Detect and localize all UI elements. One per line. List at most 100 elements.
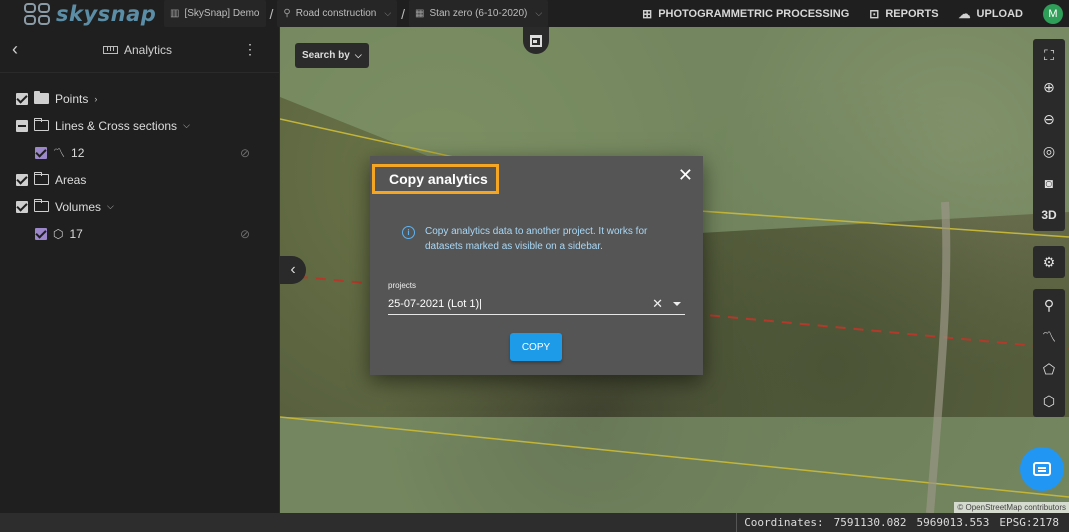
chat-button[interactable] bbox=[1020, 447, 1064, 491]
projects-select[interactable]: 25-07-2021 (Lot 1)| ✕ bbox=[388, 294, 685, 315]
timeline-toggle[interactable] bbox=[523, 27, 549, 54]
folder-icon bbox=[34, 91, 49, 104]
breadcrumb-separator: / bbox=[269, 5, 274, 22]
epsg-code[interactable]: EPSG:2178 bbox=[999, 516, 1059, 529]
more-vert-icon[interactable]: ⋮ bbox=[243, 41, 257, 58]
image-plus-icon: ⊞ bbox=[642, 6, 653, 21]
breadcrumb-dataset[interactable]: ▦ Stan zero (6-10-2020) ⌵ bbox=[409, 0, 549, 27]
pin-icon[interactable]: ⚲ bbox=[1033, 289, 1065, 321]
analytics-tree: Points › Lines & Cross sections ⌵ 〽 12 ⊘… bbox=[0, 85, 280, 247]
fullscreen-icon[interactable]: ⛶ bbox=[1033, 39, 1065, 71]
zoom-in-icon[interactable]: ⊕ bbox=[1033, 71, 1065, 103]
projects-select-value[interactable]: 25-07-2021 (Lot 1)| bbox=[388, 298, 652, 310]
avatar[interactable]: M bbox=[1043, 3, 1063, 24]
calendar-icon: ▦ bbox=[415, 8, 425, 19]
coordinates-label: Coordinates: bbox=[744, 516, 824, 529]
map-attribution[interactable]: © OpenStreetMap contributors bbox=[954, 502, 1069, 513]
polygon-icon[interactable]: ⬠ bbox=[1033, 353, 1065, 385]
volume-cube-icon: ⬡ bbox=[53, 226, 64, 241]
locate-icon[interactable]: ◎ bbox=[1033, 135, 1065, 167]
copy-button[interactable]: COPY bbox=[510, 333, 562, 361]
chevron-down-icon[interactable]: ⌵ bbox=[183, 120, 190, 131]
settings-icon[interactable]: ⚙ bbox=[1033, 246, 1065, 278]
breadcrumb-label: [SkySnap] Demo bbox=[184, 8, 260, 19]
toggle-3d-button[interactable]: 3D bbox=[1033, 199, 1065, 231]
status-bar: Coordinates: 7591130.082 5969013.553 EPS… bbox=[0, 513, 1069, 532]
copy-analytics-dialog: Copy analytics ✕ i Copy analytics data t… bbox=[370, 156, 703, 375]
breadcrumb-organization[interactable]: ▥ [SkySnap] Demo bbox=[164, 0, 266, 27]
folder-open-icon bbox=[33, 171, 49, 185]
visibility-off-icon[interactable]: ⊘ bbox=[240, 227, 250, 241]
search-by-label: Search by bbox=[302, 50, 350, 61]
tree-item-label: 12 bbox=[71, 145, 85, 160]
sidebar-title: Analytics bbox=[103, 43, 172, 57]
map-drawing-tools: ⚲ 〽 ⬠ ⬡ bbox=[1033, 289, 1065, 417]
skysnap-logo[interactable]: skysnap bbox=[24, 2, 164, 26]
header-actions: ⊞ PHOTOGRAMMETRIC PROCESSING ⊡ REPORTS ☁… bbox=[642, 0, 1069, 27]
close-icon[interactable]: ✕ bbox=[678, 165, 693, 186]
info-text: Copy analytics data to another project. … bbox=[425, 226, 648, 252]
dropdown-caret-icon[interactable] bbox=[673, 302, 681, 306]
area-polygon-bottom bbox=[280, 417, 1069, 513]
action-label: REPORTS bbox=[885, 7, 939, 20]
tree-item-volumes[interactable]: Volumes ⌵ bbox=[0, 193, 280, 220]
coordinate-x: 7591130.082 bbox=[833, 516, 907, 529]
checkbox[interactable] bbox=[16, 173, 28, 186]
photogrammetric-processing-button[interactable]: ⊞ PHOTOGRAMMETRIC PROCESSING bbox=[642, 7, 849, 21]
breadcrumb-label: Road construction bbox=[295, 8, 377, 19]
action-label: UPLOAD bbox=[976, 7, 1023, 20]
chevron-down-icon[interactable]: ⌵ bbox=[107, 201, 114, 212]
tree-item-label: Lines & Cross sections bbox=[55, 118, 178, 133]
tree-item-line-12[interactable]: 〽 12 ⊘ bbox=[0, 139, 280, 166]
ruler-icon bbox=[103, 46, 118, 54]
coordinate-y: 5969013.553 bbox=[916, 516, 990, 529]
chat-icon bbox=[1033, 462, 1051, 476]
folder-open-icon bbox=[33, 117, 49, 131]
chevron-right-icon[interactable]: › bbox=[94, 94, 97, 104]
chevron-down-icon: ⌵ bbox=[535, 8, 543, 18]
breadcrumb-separator: / bbox=[401, 5, 406, 22]
tree-item-lines[interactable]: Lines & Cross sections ⌵ bbox=[0, 112, 280, 139]
tree-item-areas[interactable]: Areas bbox=[0, 166, 280, 193]
folder-open-icon bbox=[33, 198, 49, 212]
map-settings-tools: ⚙ bbox=[1033, 246, 1065, 278]
coordinates-readout: Coordinates: 7591130.082 5969013.553 EPS… bbox=[734, 516, 1059, 529]
logo-text: skysnap bbox=[56, 1, 157, 26]
visibility-off-icon[interactable]: ⊘ bbox=[240, 146, 250, 160]
tree-item-label: 17 bbox=[69, 226, 83, 241]
upload-button[interactable]: ☁ UPLOAD bbox=[959, 7, 1023, 21]
search-by-dropdown[interactable]: Search by ⌵ bbox=[295, 43, 369, 68]
clear-icon[interactable]: ✕ bbox=[652, 296, 663, 312]
polyline-icon[interactable]: 〽 bbox=[1033, 321, 1065, 353]
checkbox[interactable] bbox=[16, 92, 28, 105]
tree-item-points[interactable]: Points › bbox=[0, 85, 280, 112]
sidebar-title-text: Analytics bbox=[124, 43, 173, 57]
calendar-icon bbox=[530, 34, 542, 47]
tree-item-label: Areas bbox=[55, 172, 87, 187]
back-arrow-icon[interactable]: ‹ bbox=[12, 39, 18, 60]
polyline-icon: 〽 bbox=[53, 146, 66, 160]
checkbox[interactable] bbox=[35, 227, 47, 240]
volume-icon[interactable]: ⬡ bbox=[1033, 385, 1065, 417]
info-icon: i bbox=[402, 226, 415, 239]
map-view-tools: ⛶ ⊕ ⊖ ◎ ◙ 3D bbox=[1033, 39, 1065, 231]
analytics-sidebar: ‹ Analytics ⋮ Points › Lines & Cross sec… bbox=[0, 27, 280, 513]
camera-icon[interactable]: ◙ bbox=[1033, 167, 1065, 199]
action-label: PHOTOGRAMMETRIC PROCESSING bbox=[658, 7, 850, 20]
report-icon: ⊡ bbox=[869, 6, 880, 21]
checkbox[interactable] bbox=[16, 119, 28, 132]
tree-item-label: Points bbox=[55, 91, 89, 106]
checkbox[interactable] bbox=[16, 200, 28, 213]
breadcrumb-project[interactable]: ⚲ Road construction ⌵ bbox=[277, 0, 398, 27]
sidebar-header: ‹ Analytics ⋮ bbox=[0, 27, 279, 73]
zoom-out-icon[interactable]: ⊖ bbox=[1033, 103, 1065, 135]
checkbox[interactable] bbox=[35, 146, 47, 159]
tree-item-label: Volumes bbox=[55, 199, 102, 214]
tree-item-volume-17[interactable]: ⬡ 17 ⊘ bbox=[0, 220, 280, 247]
cloud-upload-icon: ☁ bbox=[958, 6, 971, 21]
info-message: i Copy analytics data to another project… bbox=[402, 224, 682, 254]
reports-button[interactable]: ⊡ REPORTS bbox=[869, 7, 938, 21]
dialog-title: Copy analytics bbox=[372, 164, 499, 194]
chevron-down-icon: ⌵ bbox=[354, 50, 362, 60]
breadcrumb-label: Stan zero (6-10-2020) bbox=[429, 8, 528, 19]
